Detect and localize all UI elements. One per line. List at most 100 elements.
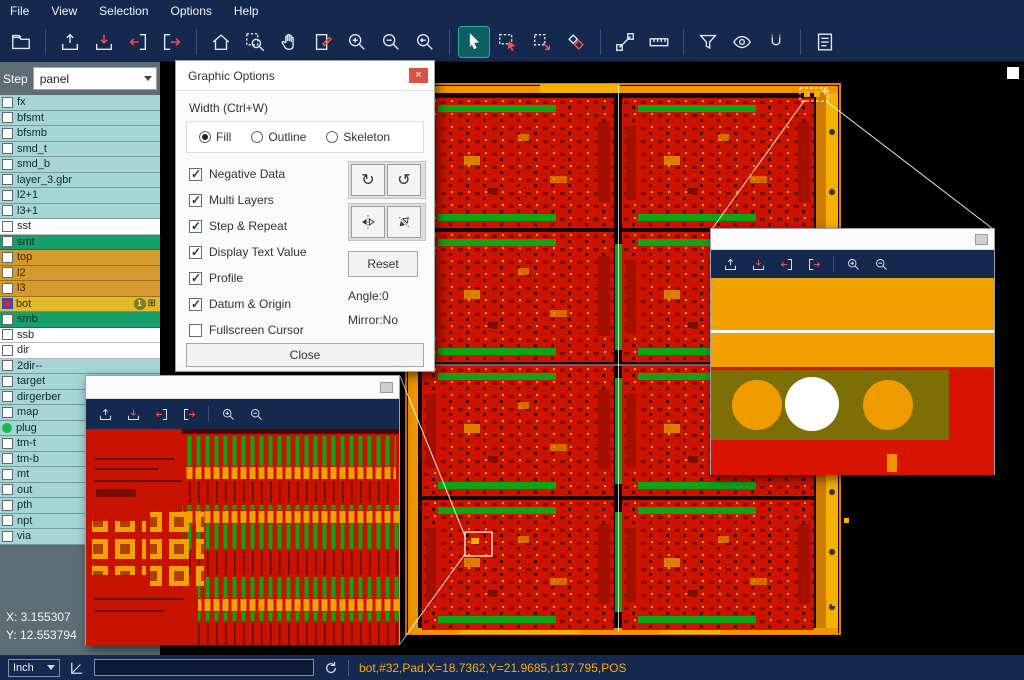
magnifier-titlebar[interactable] <box>86 376 399 399</box>
layer-checkbox[interactable] <box>2 128 13 139</box>
layer-checkbox[interactable] <box>2 515 13 526</box>
zoom-in-icon[interactable] <box>842 253 864 275</box>
close-icon[interactable]: × <box>409 68 428 83</box>
radio-skeleton[interactable]: Skeleton <box>326 130 390 144</box>
unit-select[interactable]: Inch <box>8 659 60 677</box>
select-cursor-icon[interactable] <box>459 27 489 57</box>
layer-checkbox[interactable] <box>2 438 13 449</box>
layer-row-smb[interactable]: smb <box>0 312 160 328</box>
home-view-icon[interactable] <box>206 27 236 57</box>
menu-options[interactable]: Options <box>171 4 212 18</box>
visibility-eye-icon[interactable] <box>727 27 757 57</box>
checkbox-fullscreen-cursor[interactable]: Fullscreen Cursor <box>189 317 307 343</box>
checkbox-multi-layers[interactable]: Multi Layers <box>189 187 307 213</box>
zoom-out-icon[interactable] <box>870 253 892 275</box>
import-down-icon[interactable] <box>747 253 769 275</box>
checkbox-display-text-value[interactable]: Display Text Value <box>189 239 307 265</box>
layer-row-smd_b[interactable]: smd_b <box>0 157 160 173</box>
layer-row-dir[interactable]: dir <box>0 343 160 359</box>
zoom-in-icon[interactable] <box>217 403 239 425</box>
filter-icon[interactable] <box>693 27 723 57</box>
transform-select-icon[interactable] <box>527 27 557 57</box>
zoom-previous-icon[interactable] <box>410 27 440 57</box>
layer-checkbox[interactable] <box>2 283 13 294</box>
import-right-icon[interactable] <box>178 403 200 425</box>
layer-checkbox[interactable] <box>2 267 13 278</box>
checkbox-profile[interactable]: Profile <box>189 265 307 291</box>
dialog-titlebar[interactable]: Graphic Options × <box>176 61 434 91</box>
layer-checkbox[interactable] <box>2 205 13 216</box>
refresh-icon[interactable] <box>324 661 338 675</box>
magnified-detail-view[interactable] <box>711 278 994 475</box>
layer-checkbox[interactable] <box>2 345 13 356</box>
zoom-window-icon[interactable] <box>240 27 270 57</box>
layer-checkbox[interactable] <box>2 407 13 418</box>
layer-row-smd_t[interactable]: smd_t <box>0 142 160 158</box>
layer-checkbox[interactable] <box>2 484 13 495</box>
menu-view[interactable]: View <box>51 4 77 18</box>
zoom-out-icon[interactable] <box>245 403 267 425</box>
layer-checkbox[interactable] <box>2 112 13 123</box>
layer-checkbox[interactable] <box>2 469 13 480</box>
layer-checkbox[interactable] <box>2 221 13 232</box>
checkbox-datum-origin[interactable]: Datum & Origin <box>189 291 307 317</box>
rotate-ccw-icon[interactable]: ↺ <box>387 164 421 196</box>
layer-row-sst[interactable]: sst <box>0 219 160 235</box>
checkbox-step-repeat[interactable]: Step & Repeat <box>189 213 307 239</box>
import-up-icon[interactable] <box>94 403 116 425</box>
menu-help[interactable]: Help <box>234 4 259 18</box>
command-input[interactable] <box>94 659 314 676</box>
annotate-icon[interactable] <box>308 27 338 57</box>
layer-row-layer_3[interactable]: layer_3.gbr <box>0 173 160 189</box>
layer-row-l3[interactable]: l3 <box>0 281 160 297</box>
layer-checkbox[interactable] <box>2 252 13 263</box>
import-left-icon[interactable] <box>123 27 153 57</box>
layer-row-smt[interactable]: smt <box>0 235 160 251</box>
layer-checkbox[interactable] <box>2 500 13 511</box>
layer-checkbox[interactable] <box>2 236 13 247</box>
canvas-corner-box[interactable] <box>1007 67 1019 79</box>
zoom-in-icon[interactable] <box>342 27 372 57</box>
pan-hand-icon[interactable] <box>274 27 304 57</box>
magnifier-titlebar[interactable] <box>711 229 994 250</box>
import-right-icon[interactable] <box>803 253 825 275</box>
window-control-icon[interactable] <box>975 234 988 245</box>
measure-distance-icon[interactable] <box>610 27 640 57</box>
magnet-snap-icon[interactable] <box>761 27 791 57</box>
compare-layers-icon[interactable] <box>561 27 591 57</box>
layer-row-bot[interactable]: bot1⊞ <box>0 297 160 313</box>
layer-row-fx[interactable]: fx <box>0 95 160 111</box>
layer-row-l2+1[interactable]: l2+1 <box>0 188 160 204</box>
layer-row-l2[interactable]: l2 <box>0 266 160 282</box>
menu-selection[interactable]: Selection <box>99 4 148 18</box>
reset-button[interactable]: Reset <box>348 251 418 277</box>
import-up-icon[interactable] <box>719 253 741 275</box>
layer-checkbox[interactable] <box>2 329 13 340</box>
rotate-cw-icon[interactable]: ↻ <box>351 164 385 196</box>
ruler-icon[interactable] <box>644 27 674 57</box>
window-control-icon[interactable] <box>380 382 393 393</box>
layer-checkbox[interactable] <box>2 531 13 542</box>
layer-row-top[interactable]: top <box>0 250 160 266</box>
menu-file[interactable]: File <box>10 4 29 18</box>
import-down-icon[interactable] <box>89 27 119 57</box>
layer-checkbox[interactable] <box>2 159 13 170</box>
layer-checkbox[interactable] <box>2 97 13 108</box>
checkbox-negative-data[interactable]: Negative Data <box>189 161 307 187</box>
layer-checkbox[interactable] <box>2 314 13 325</box>
import-up-icon[interactable] <box>55 27 85 57</box>
magnified-detail-view[interactable] <box>86 429 399 645</box>
import-down-icon[interactable] <box>122 403 144 425</box>
layer-row-bfsmb[interactable]: bfsmb <box>0 126 160 142</box>
step-select[interactable]: panel <box>33 67 157 90</box>
layer-checkbox[interactable] <box>2 453 13 464</box>
import-left-icon[interactable] <box>150 403 172 425</box>
import-left-icon[interactable] <box>775 253 797 275</box>
layer-checkbox[interactable] <box>2 143 13 154</box>
layer-row-l3+1[interactable]: l3+1 <box>0 204 160 220</box>
import-right-icon[interactable] <box>157 27 187 57</box>
layer-row-bfsmt[interactable]: bfsmt <box>0 111 160 127</box>
layer-row-2dir[interactable]: 2dir-- <box>0 359 160 375</box>
mirror-horizontal-icon[interactable] <box>351 206 385 238</box>
layer-checkbox[interactable] <box>2 376 13 387</box>
